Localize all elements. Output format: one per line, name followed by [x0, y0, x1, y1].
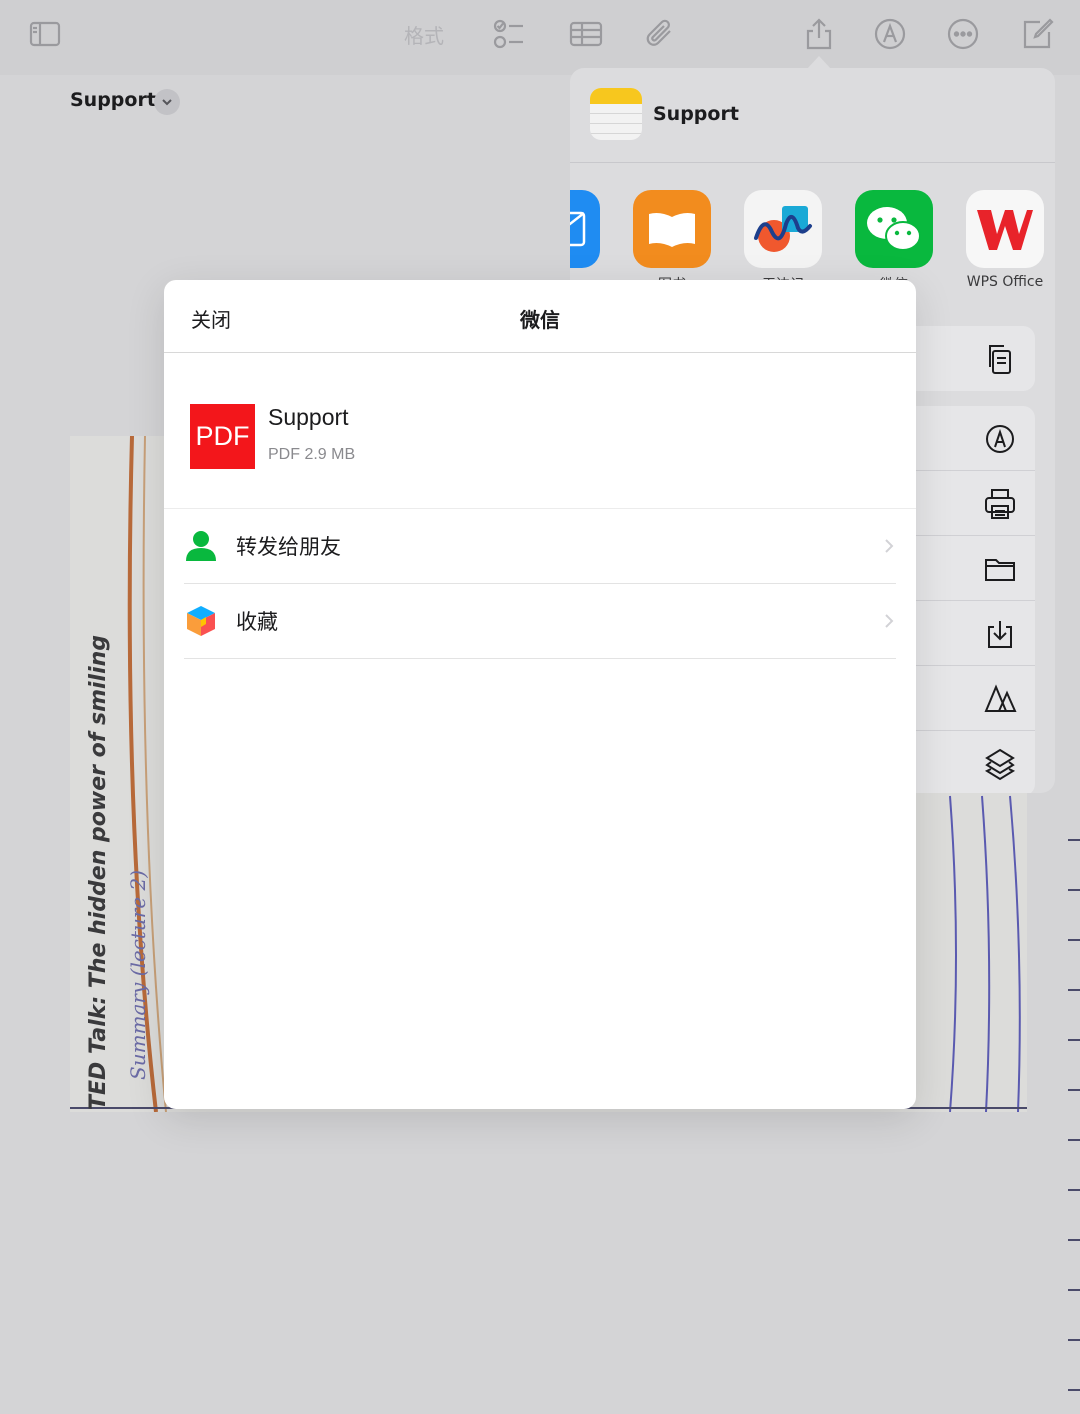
more-icon[interactable]	[943, 14, 983, 54]
favorites-option[interactable]: 收藏	[184, 584, 896, 659]
person-icon	[186, 531, 216, 561]
share-sheet-title: Support	[653, 103, 739, 125]
forward-to-friend-option[interactable]: 转发给朋友	[184, 509, 896, 584]
table-icon[interactable]	[566, 14, 606, 54]
checklist-icon[interactable]	[489, 14, 529, 54]
cube-icon	[187, 606, 215, 636]
download-tray-icon	[981, 615, 1019, 653]
wps-office-app-icon[interactable]	[966, 190, 1044, 268]
favorites-label: 收藏	[236, 610, 278, 634]
shortcuts-icon	[981, 745, 1019, 783]
markup-icon	[981, 420, 1019, 458]
dialog-title: 微信	[520, 308, 560, 332]
chevron-right-icon	[885, 539, 894, 553]
notes-toolbar: 格式	[0, 0, 1080, 75]
notes-app-icon	[590, 88, 642, 140]
folder-icon	[981, 550, 1019, 588]
format-button[interactable]: 格式	[404, 20, 444, 49]
copy-icon	[981, 340, 1019, 378]
file-name: Support	[268, 404, 349, 430]
compose-icon[interactable]	[1017, 14, 1057, 54]
attachment-icon[interactable]	[641, 14, 681, 54]
printer-icon	[981, 485, 1019, 523]
sidebar-toggle-icon[interactable]	[25, 14, 65, 54]
forward-to-friend-label: 转发给朋友	[236, 535, 341, 559]
freeform-app-icon[interactable]	[744, 190, 822, 268]
paper-handwriting: Summary (lecture 2)	[126, 869, 150, 1080]
books-app-icon[interactable]	[633, 190, 711, 268]
share-icon[interactable]	[799, 14, 839, 54]
paper-printed-title: TED Talk: The hidden power of smiling	[86, 634, 111, 1110]
translate-icon	[981, 680, 1019, 718]
file-meta: PDF 2.9 MB	[268, 446, 356, 463]
markup-pen-icon[interactable]	[870, 14, 910, 54]
mail-app-icon[interactable]	[570, 190, 600, 268]
chevron-right-icon	[885, 614, 894, 628]
share-sheet-header: Support	[570, 68, 1055, 163]
dialog-header: 关闭 微信	[164, 280, 916, 353]
file-preview-card: PDF Support PDF 2.9 MB	[164, 353, 916, 509]
pdf-file-icon: PDF	[190, 404, 255, 469]
wechat-app-icon[interactable]	[855, 190, 933, 268]
ruler-ticks	[1040, 790, 1080, 1414]
wechat-share-dialog: 关闭 微信 PDF Support PDF 2.9 MB 转发给朋友 收藏	[164, 280, 916, 1109]
wps-office-app-label: WPS Office	[966, 274, 1044, 290]
note-title: Support	[70, 89, 156, 111]
chevron-down-icon[interactable]	[154, 89, 180, 115]
